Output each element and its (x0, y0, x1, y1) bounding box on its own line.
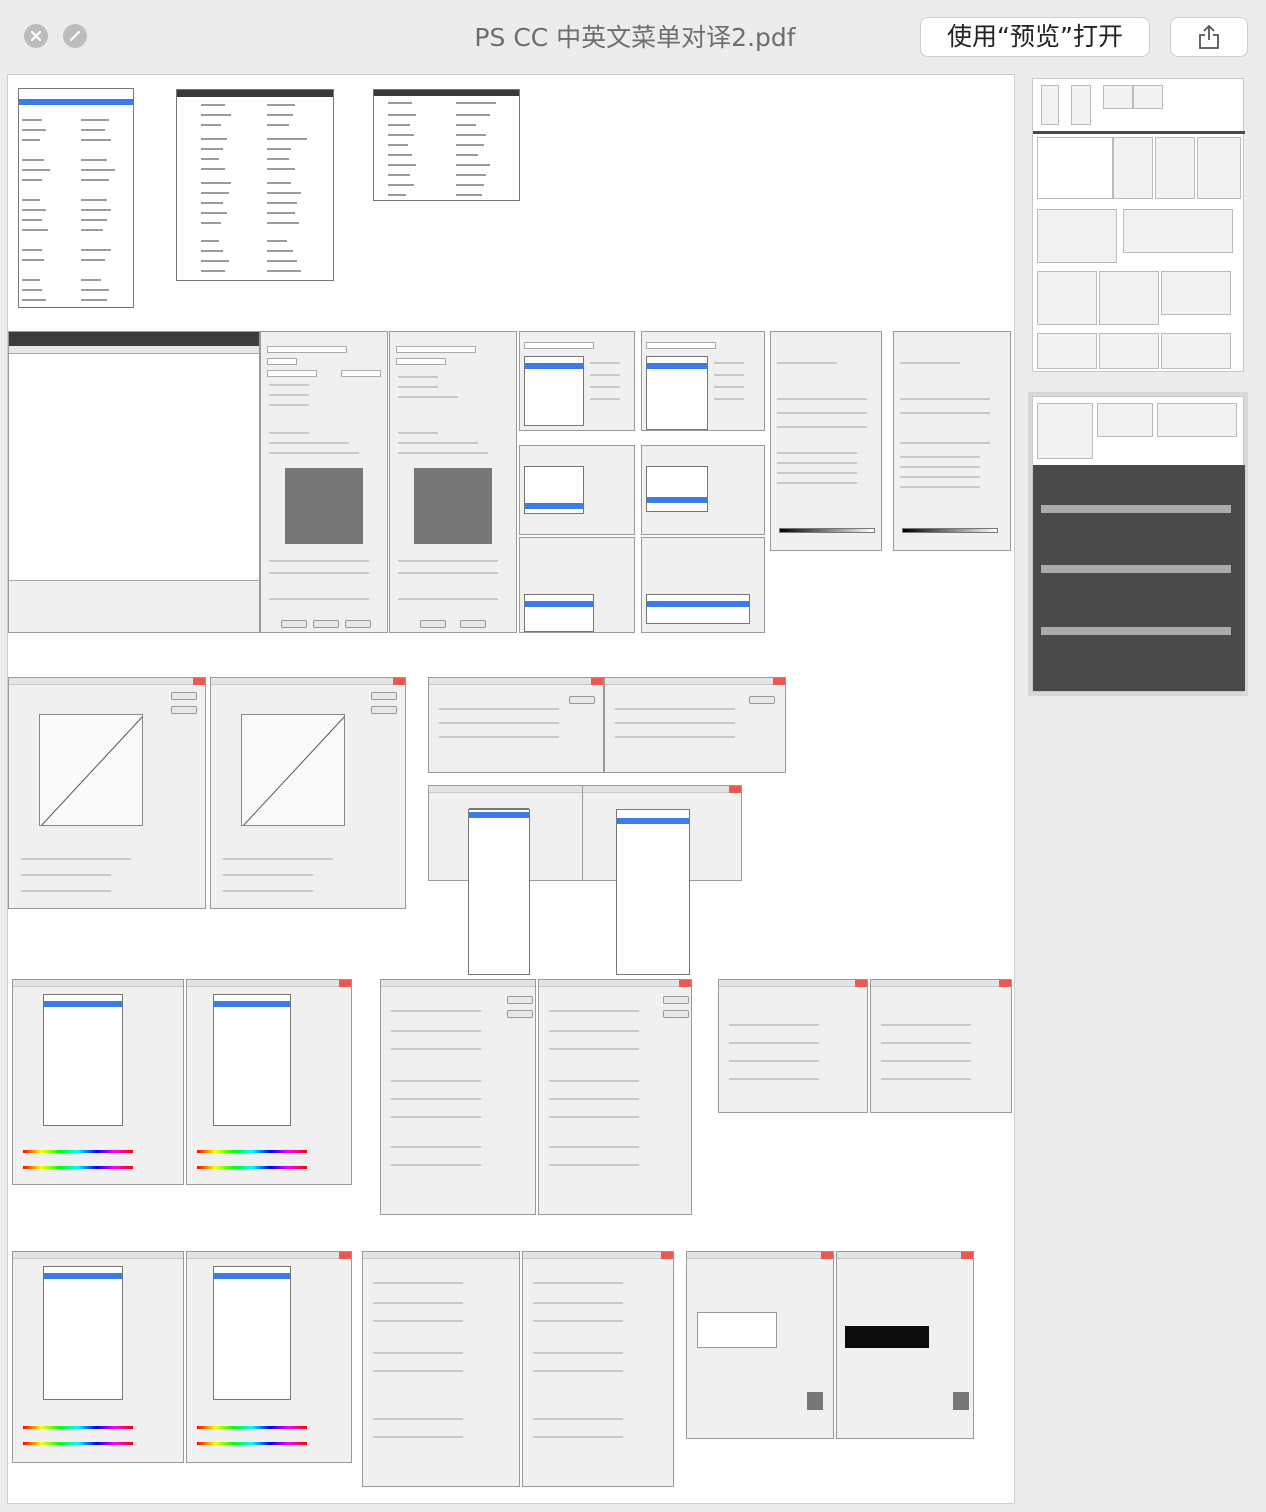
gif-palette-dropdown-en (641, 331, 765, 431)
save-for-web-settings-cn (389, 331, 517, 633)
curves-dialog-cn (8, 677, 206, 909)
photo-filter-list-cn (468, 809, 530, 975)
minimize-disabled-icon (69, 30, 81, 42)
black-white-en-2 (186, 1251, 352, 1463)
gif-dither-dropdown-cn (519, 445, 635, 535)
replace-color-cn (686, 1251, 834, 1439)
color-balance-en (604, 677, 786, 773)
replace-color-en (836, 1251, 974, 1439)
gif-dither-dropdown-en (641, 445, 765, 535)
color-balance-cn (428, 677, 604, 773)
selective-color-en (870, 979, 1012, 1113)
png-options-cn (770, 331, 882, 551)
gif-transparency-dropdown-cn (519, 537, 635, 633)
black-white-en (186, 979, 352, 1185)
selective-color-cn (718, 979, 868, 1113)
page-thumbnail-2[interactable] (1028, 392, 1248, 696)
shadows-highlights-en-2 (522, 1251, 674, 1487)
photo-filter-list-en (616, 809, 690, 975)
document-title: PS CC 中英文菜单对译2.pdf (474, 23, 796, 52)
adjustments-menu-image (176, 89, 334, 281)
page-thumbnail-1[interactable] (1032, 78, 1245, 372)
open-in-preview-button[interactable]: 使用“预览”打开 (920, 17, 1150, 57)
title-bar: PS CC 中英文菜单对译2.pdf 使用“预览”打开 (0, 0, 1266, 70)
black-white-cn (12, 979, 184, 1185)
shadows-highlights-en (538, 979, 692, 1215)
curves-dialog-en (210, 677, 406, 909)
gif-palette-dropdown-cn (519, 331, 635, 431)
share-icon (1199, 24, 1219, 49)
shadows-highlights-cn-2 (362, 1251, 520, 1487)
blend-mode-menu-image (18, 88, 134, 308)
pdf-page[interactable] (7, 74, 1015, 1504)
minimize-button[interactable] (63, 24, 87, 48)
thumbnail-sidebar (1020, 70, 1266, 1512)
blending-options-en (893, 331, 1011, 551)
black-white-cn-2 (12, 1251, 184, 1463)
save-for-web-preview-image (8, 331, 260, 633)
close-icon (30, 30, 42, 42)
layer-style-menu-image (373, 89, 520, 201)
gif-transparency-dropdown-en (641, 537, 765, 633)
close-button[interactable] (24, 24, 48, 48)
shadows-highlights-cn (380, 979, 536, 1215)
share-button[interactable] (1170, 17, 1248, 57)
save-for-web-settings-en (260, 331, 388, 633)
